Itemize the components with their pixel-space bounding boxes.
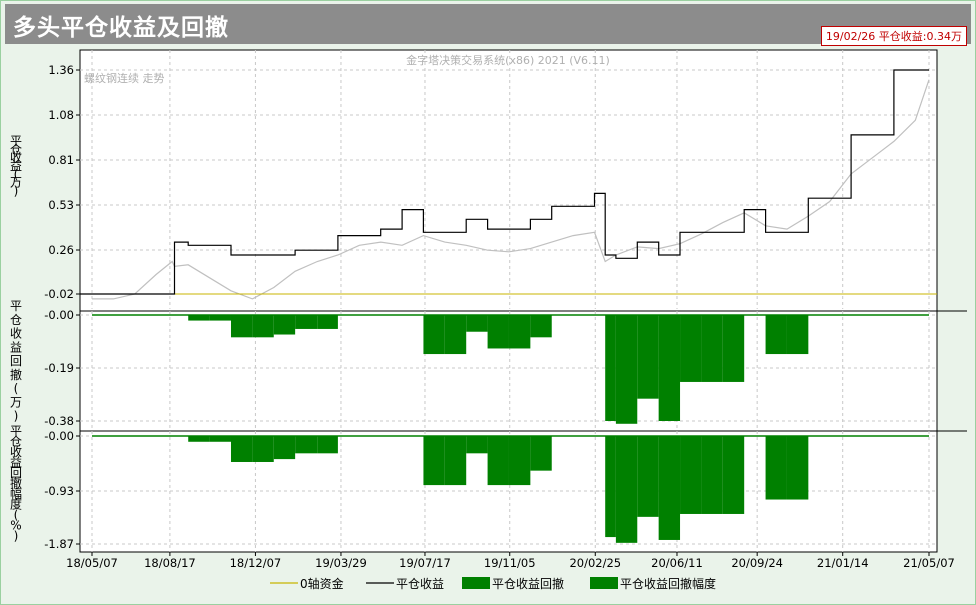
- drawdown-pct-bar: [317, 436, 338, 454]
- drawdown-bar: [188, 315, 210, 321]
- drawdown-pct-bar: [295, 436, 318, 454]
- y-tick-label: -0.38: [44, 414, 74, 428]
- drawdown-pct-bar: [786, 436, 809, 500]
- drawdown-bar: [786, 315, 809, 355]
- x-tick-label: 18/08/17: [144, 556, 196, 570]
- drawdown-bar: [605, 315, 616, 421]
- y-tick-label: -0.00: [44, 429, 74, 443]
- drawdown-pct-bar: [273, 436, 296, 460]
- drawdown-pct-bar: [466, 436, 488, 454]
- drawdown-bar: [487, 315, 509, 349]
- drawdown-pct-bar: [487, 436, 509, 486]
- drawdown-pct-bar: [230, 436, 253, 462]
- drawdown-bar: [444, 315, 467, 355]
- y-axis-title: 平仓收益回撤(万): [10, 299, 22, 423]
- drawdown-bar: [722, 315, 745, 382]
- y-axis-title: 平仓收益回撤幅度(%): [10, 424, 22, 543]
- legend-label: 平仓收益回撤幅度: [620, 576, 716, 591]
- watermark-system: 金字塔决策交易系统(x86) 2021 (V6.11): [406, 53, 610, 67]
- y-tick-label: 0.53: [48, 198, 74, 212]
- drawdown-bar: [701, 315, 723, 382]
- drawdown-pct-bar: [722, 436, 745, 514]
- x-tick-label: 19/07/17: [399, 556, 451, 570]
- y-tick-label: 0.26: [48, 243, 74, 257]
- y-axis-title: 平仓收益(万): [10, 134, 22, 198]
- x-tick-label: 20/02/25: [569, 556, 621, 570]
- drawdown-bar: [530, 315, 552, 338]
- drawdown-pct-bar: [188, 436, 210, 442]
- y-tick-label: 1.36: [48, 63, 74, 77]
- drawdown-bar: [658, 315, 681, 421]
- legend-swatch-box: [462, 577, 490, 589]
- drawdown-pct-bar: [680, 436, 702, 514]
- drawdown-pct-bar: [605, 436, 616, 538]
- drawdown-pct-bar: [637, 436, 659, 517]
- y-tick-label: -0.00: [44, 308, 74, 322]
- drawdown-bar: [209, 315, 231, 321]
- drawdown-bar: [317, 315, 338, 329]
- y-tick-label: -1.87: [44, 537, 74, 551]
- x-tick-label: 21/01/14: [817, 556, 869, 570]
- drawdown-pct-bar: [658, 436, 681, 540]
- drawdown-pct-bar: [423, 436, 445, 486]
- watermark-instrument: 螺纹钢连续 走势: [84, 71, 165, 85]
- drawdown-pct-bar: [530, 436, 552, 471]
- x-tick-label: 20/09/24: [731, 556, 783, 570]
- drawdown-pct-bar: [765, 436, 787, 500]
- drawdown-bar: [273, 315, 296, 335]
- y-tick-label: 0.81: [48, 153, 74, 167]
- drawdown-bar: [765, 315, 787, 355]
- y-tick-label: 1.08: [48, 108, 74, 122]
- drawdown-bar: [295, 315, 318, 329]
- drawdown-bar: [466, 315, 488, 332]
- drawdown-pct-bar: [701, 436, 723, 514]
- x-tick-label: 19/11/05: [484, 556, 536, 570]
- x-tick-label: 18/12/07: [230, 556, 282, 570]
- y-tick-label: -0.93: [44, 484, 74, 498]
- legend-label: 平仓收益: [396, 577, 444, 591]
- y-tick-label: -0.02: [44, 287, 74, 301]
- legend-label: 0轴资金: [300, 576, 344, 591]
- drawdown-bar: [637, 315, 659, 399]
- drawdown-bar: [230, 315, 253, 338]
- drawdown-bar: [615, 315, 638, 424]
- x-tick-label: 18/05/07: [66, 556, 118, 570]
- x-tick-label: 20/06/11: [651, 556, 703, 570]
- x-tick-label: 21/05/07: [903, 556, 955, 570]
- drawdown-bar: [252, 315, 274, 338]
- drawdown-bar: [680, 315, 702, 382]
- drawdown-bar: [508, 315, 531, 349]
- chart-canvas[interactable]: 1.361.080.810.530.26-0.02平仓收益(万)-0.00-0.…: [0, 0, 976, 605]
- y-tick-label: -0.19: [44, 361, 74, 375]
- drawdown-pct-bar: [508, 436, 531, 486]
- drawdown-bar: [423, 315, 445, 355]
- drawdown-pct-bar: [252, 436, 274, 462]
- drawdown-pct-bar: [615, 436, 638, 543]
- legend-swatch-box: [590, 577, 618, 589]
- drawdown-pct-bar: [444, 436, 467, 486]
- legend-label: 平仓收益回撤: [492, 576, 564, 591]
- drawdown-pct-bar: [209, 436, 231, 442]
- x-tick-label: 19/03/29: [315, 556, 367, 570]
